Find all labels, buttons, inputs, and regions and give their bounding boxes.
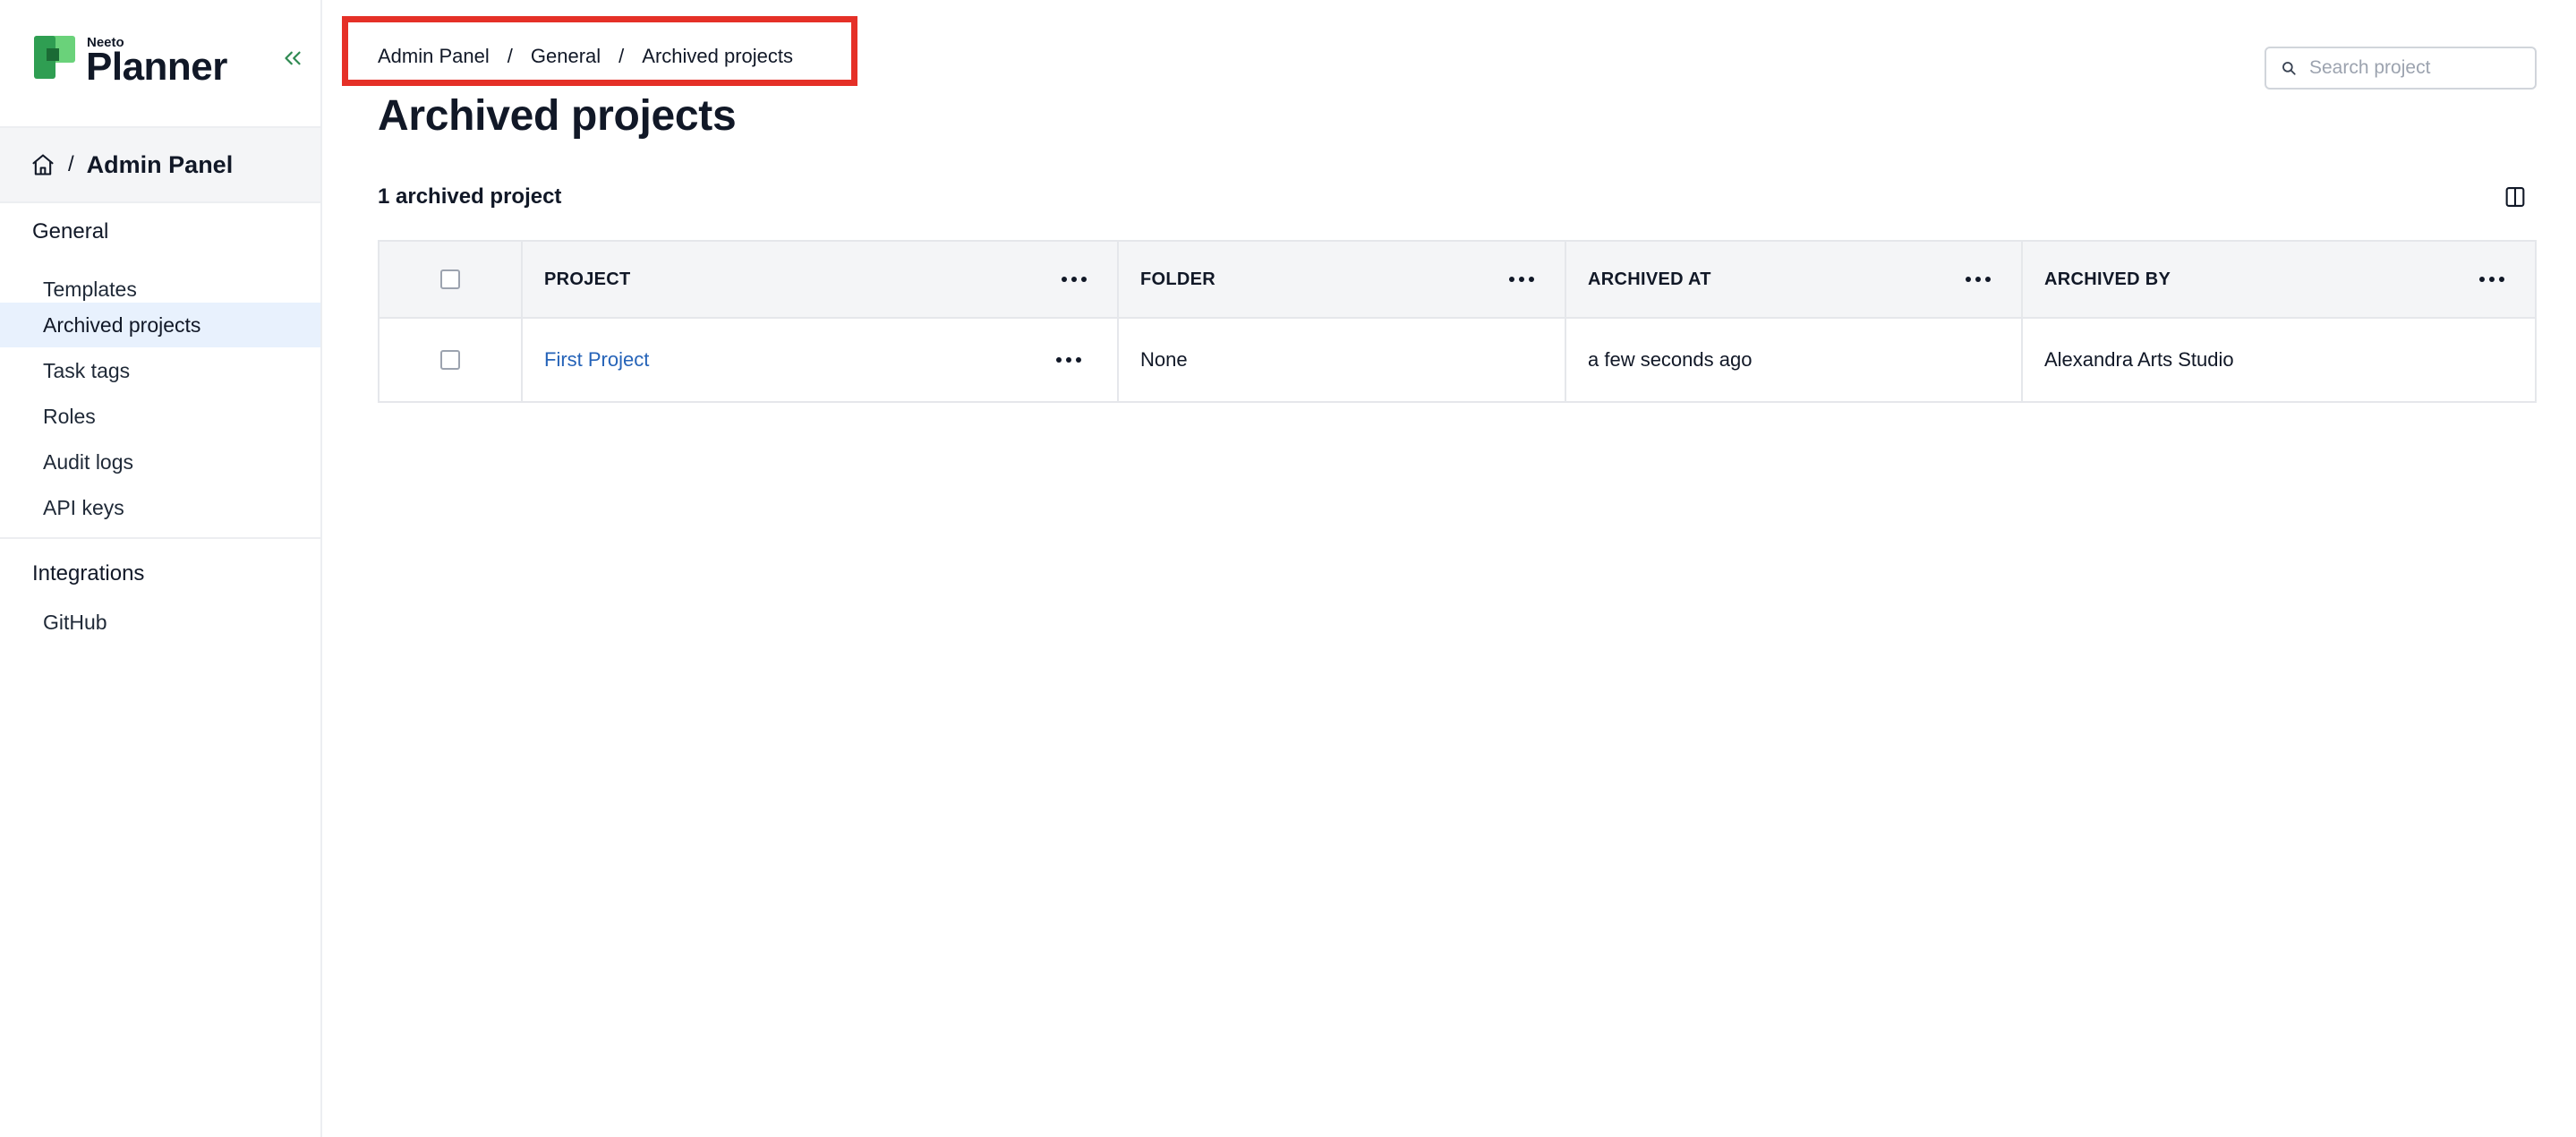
sidebar-section-integrations: Integrations — [32, 561, 145, 586]
breadcrumb-separator: / — [507, 45, 513, 67]
home-icon[interactable] — [30, 152, 55, 177]
column-settings-button[interactable] — [2503, 184, 2528, 209]
header-cell-archived-at: ARCHIVED AT — [1566, 242, 2023, 317]
logo-main-text: Planner — [86, 45, 227, 89]
sidebar-item-github[interactable]: GitHub — [0, 600, 320, 645]
search-input[interactable] — [2309, 57, 2524, 79]
header-select-cell — [380, 242, 523, 317]
column-header-archived-at: ARCHIVED AT — [1588, 269, 1711, 289]
header-cell-project: PROJECT — [523, 242, 1119, 317]
header-cell-folder: FOLDER — [1119, 242, 1566, 317]
sidebar: Neeto Planner / Admin Panel General Temp… — [0, 0, 322, 1137]
table-row: First Project None a few seconds ago Ale… — [380, 319, 2535, 401]
sidebar-breadcrumb: / Admin Panel — [0, 126, 320, 203]
project-cell: First Project — [523, 319, 1119, 401]
breadcrumb-general[interactable]: General — [531, 45, 601, 68]
archived-count: 1 archived project — [378, 184, 562, 209]
search-box[interactable] — [2265, 47, 2537, 90]
archived-by-cell: Alexandra Arts Studio — [2023, 319, 2535, 401]
folder-value: None — [1140, 348, 1188, 371]
more-horizontal-icon[interactable] — [1062, 275, 1087, 284]
sidebar-item-audit-logs[interactable]: Audit logs — [0, 440, 320, 484]
chevrons-left-icon — [285, 51, 301, 65]
sidebar-section-general: General — [32, 219, 109, 244]
sidebar-title: Admin Panel — [86, 150, 234, 178]
header-cell-archived-by: ARCHIVED BY — [2023, 242, 2535, 317]
app-logo[interactable]: Neeto Planner — [34, 36, 227, 87]
folder-cell: None — [1119, 319, 1566, 401]
page-title: Archived projects — [378, 92, 737, 140]
select-all-checkbox[interactable] — [440, 269, 460, 289]
breadcrumb: Admin Panel / General / Archived project… — [378, 45, 793, 68]
sidebar-divider — [0, 537, 320, 539]
breadcrumb-separator: / — [68, 152, 74, 176]
archived-projects-table: PROJECT FOLDER ARCHIVED AT ARCHIVED BY F… — [378, 240, 2537, 403]
row-select-cell — [380, 319, 523, 401]
archived-at-value: a few seconds ago — [1588, 348, 1753, 371]
breadcrumb-admin-panel[interactable]: Admin Panel — [378, 45, 490, 68]
search-icon — [2282, 62, 2296, 75]
collapse-sidebar-button[interactable] — [279, 45, 306, 72]
more-horizontal-icon[interactable] — [1966, 275, 1991, 284]
sidebar-item-api-keys[interactable]: API keys — [0, 485, 320, 530]
breadcrumb-archived-projects: Archived projects — [642, 45, 794, 67]
sidebar-item-task-tags[interactable]: Task tags — [0, 348, 320, 393]
more-horizontal-icon[interactable] — [1509, 275, 1534, 284]
archived-by-value: Alexandra Arts Studio — [2044, 348, 2234, 371]
more-horizontal-icon[interactable] — [1056, 355, 1081, 364]
project-link[interactable]: First Project — [544, 348, 649, 372]
column-header-project: PROJECT — [544, 269, 631, 289]
row-checkbox[interactable] — [440, 350, 460, 370]
breadcrumb-separator: / — [618, 45, 625, 67]
table-header-row: PROJECT FOLDER ARCHIVED AT ARCHIVED BY — [380, 242, 2535, 319]
sidebar-item-archived-projects[interactable]: Archived projects — [0, 303, 320, 347]
sidebar-item-roles[interactable]: Roles — [0, 394, 320, 439]
logo-mark-icon — [34, 36, 75, 79]
column-header-folder: FOLDER — [1140, 269, 1216, 289]
column-header-archived-by: ARCHIVED BY — [2044, 269, 2171, 289]
columns-icon — [2505, 187, 2525, 207]
archived-at-cell: a few seconds ago — [1566, 319, 2023, 401]
more-horizontal-icon[interactable] — [2479, 275, 2504, 284]
